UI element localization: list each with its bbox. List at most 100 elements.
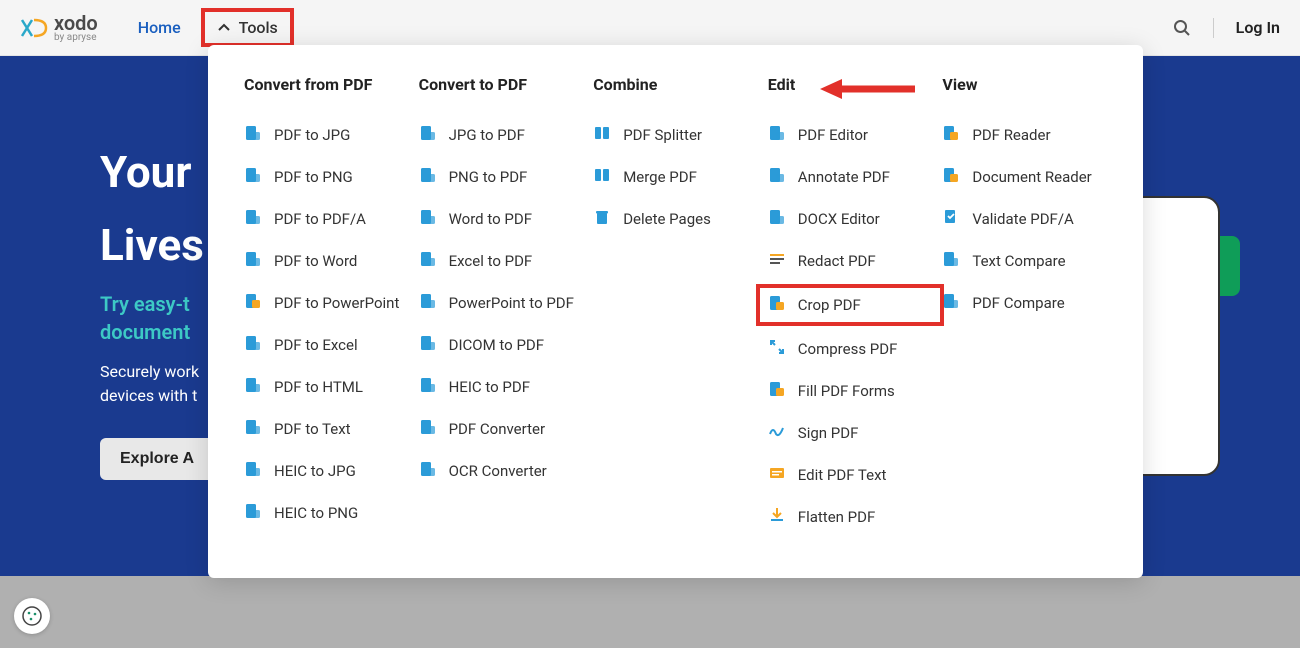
login-button[interactable]: Log In [1236,18,1280,37]
col-convert-to: Convert to PDF JPG to PDFPNG to PDFWord … [419,75,584,538]
menu-item-text-compare[interactable]: Text Compare [942,240,1107,282]
menu-item-validate-pdf-a[interactable]: Validate PDF/A [942,198,1107,240]
search-doc-icon [768,124,786,146]
file-blue-icon [244,418,262,440]
menu-item-label: DICOM to PDF [449,336,544,354]
logo[interactable]: xodo by apryse [20,13,98,43]
menu-item-pdf-reader[interactable]: PDF Reader [942,114,1107,156]
menu-item-word-to-pdf[interactable]: Word to PDF [419,198,584,240]
menu-item-pdf-to-pdf-a[interactable]: PDF to PDF/A [244,198,409,240]
menu-item-label: Crop PDF [798,296,861,314]
menu-item-powerpoint-to-pdf[interactable]: PowerPoint to PDF [419,282,584,324]
menu-item-label: Document Reader [972,168,1091,186]
menu-item-label: PowerPoint to PDF [449,294,574,312]
nav-tools-label: Tools [239,18,278,37]
file-blue-icon [244,250,262,272]
menu-item-pdf-compare[interactable]: PDF Compare [942,282,1107,324]
menu-item-flatten-pdf[interactable]: Flatten PDF [768,496,933,538]
compare-blue-icon [942,250,960,272]
brand-name: xodo [54,13,98,33]
menu-item-ocr-converter[interactable]: OCR Converter [419,450,584,492]
file-blue-icon [419,418,437,440]
redact-lines-icon [768,250,786,272]
menu-item-edit-pdf-text[interactable]: Edit PDF Text [768,454,933,496]
menu-item-pdf-to-text[interactable]: PDF to Text [244,408,409,450]
menu-item-docx-editor[interactable]: DOCX Editor [768,198,933,240]
menu-item-excel-to-pdf[interactable]: Excel to PDF [419,240,584,282]
menu-item-annotate-pdf[interactable]: Annotate PDF [768,156,933,198]
menu-item-label: Compress PDF [798,340,898,358]
menu-item-compress-pdf[interactable]: Compress PDF [768,328,933,370]
search-icon[interactable] [1173,19,1191,37]
menu-item-label: HEIC to PNG [274,504,358,522]
menu-item-pdf-to-excel[interactable]: PDF to Excel [244,324,409,366]
hero-desc-2: devices with t [100,386,197,405]
compress-icon [768,338,786,360]
menu-item-pdf-editor[interactable]: PDF Editor [768,114,933,156]
menu-item-pdf-to-png[interactable]: PDF to PNG [244,156,409,198]
file-blue-icon [419,334,437,356]
nav-tools-button[interactable]: Tools [201,8,294,47]
menu-item-label: Fill PDF Forms [798,382,895,400]
menu-item-heic-to-png[interactable]: HEIC to PNG [244,492,409,534]
menu-item-label: Delete Pages [623,210,711,228]
nav: Home Tools [138,8,294,47]
menu-item-label: HEIC to JPG [274,462,356,480]
menu-item-pdf-to-word[interactable]: PDF to Word [244,240,409,282]
menu-item-label: HEIC to PDF [449,378,530,396]
menu-item-document-reader[interactable]: Document Reader [942,156,1107,198]
trash-blue-icon [593,208,611,230]
menu-item-label: PDF to Text [274,420,351,438]
menu-item-jpg-to-pdf[interactable]: JPG to PDF [419,114,584,156]
crop-orange-icon [768,294,786,316]
menu-item-label: PDF to Word [274,252,357,270]
header-right: Log In [1173,18,1280,38]
compare-blue-icon [942,292,960,314]
menu-item-label: PDF Editor [798,126,868,144]
file-blue-icon [244,124,262,146]
nav-home[interactable]: Home [138,18,181,37]
menu-item-png-to-pdf[interactable]: PNG to PDF [419,156,584,198]
cookie-button[interactable] [14,598,50,634]
menu-item-fill-pdf-forms[interactable]: Fill PDF Forms [768,370,933,412]
menu-item-label: PDF Reader [972,126,1050,144]
menu-item-delete-pages[interactable]: Delete Pages [593,198,758,240]
sign-blue-icon [768,422,786,444]
menu-item-heic-to-jpg[interactable]: HEIC to JPG [244,450,409,492]
menu-item-label: PDF to PNG [274,168,353,186]
menu-item-pdf-splitter[interactable]: PDF Splitter [593,114,758,156]
menu-item-merge-pdf[interactable]: Merge PDF [593,156,758,198]
file-blue-icon [419,292,437,314]
menu-item-label: PNG to PDF [449,168,528,186]
file-blue-icon [244,208,262,230]
menu-item-crop-pdf[interactable]: Crop PDF [768,294,933,316]
menu-item-sign-pdf[interactable]: Sign PDF [768,412,933,454]
col-title: Combine [593,75,758,94]
col-title: View [942,75,1107,94]
menu-item-pdf-to-html[interactable]: PDF to HTML [244,366,409,408]
menu-item-label: JPG to PDF [449,126,525,144]
col-convert-from: Convert from PDF PDF to JPGPDF to PNGPDF… [244,75,409,538]
split-blue-icon [593,124,611,146]
menu-item-pdf-converter[interactable]: PDF Converter [419,408,584,450]
menu-item-pdf-to-powerpoint[interactable]: PDF to PowerPoint [244,282,409,324]
file-blue-icon [419,166,437,188]
menu-item-label: PDF Splitter [623,126,702,144]
menu-item-label: PDF to Excel [274,336,358,354]
menu-item-heic-to-pdf[interactable]: HEIC to PDF [419,366,584,408]
menu-item-redact-pdf[interactable]: Redact PDF [768,240,933,282]
col-view: View PDF Reader Document Reader Validate P… [942,75,1107,538]
menu-item-pdf-to-jpg[interactable]: PDF to JPG [244,114,409,156]
footer-gap [0,576,1300,648]
menu-item-label: PDF to PowerPoint [274,294,399,312]
file-blue-icon [244,166,262,188]
menu-item-label: Text Compare [972,252,1065,270]
hero-desc-1: Securely work [100,362,199,381]
file-blue-icon [419,124,437,146]
file-blue-icon [244,376,262,398]
explore-button[interactable]: Explore A [100,438,214,480]
merge-blue-icon [593,166,611,188]
file-blue-icon [244,502,262,524]
menu-item-dicom-to-pdf[interactable]: DICOM to PDF [419,324,584,366]
reader-orange-icon [942,124,960,146]
